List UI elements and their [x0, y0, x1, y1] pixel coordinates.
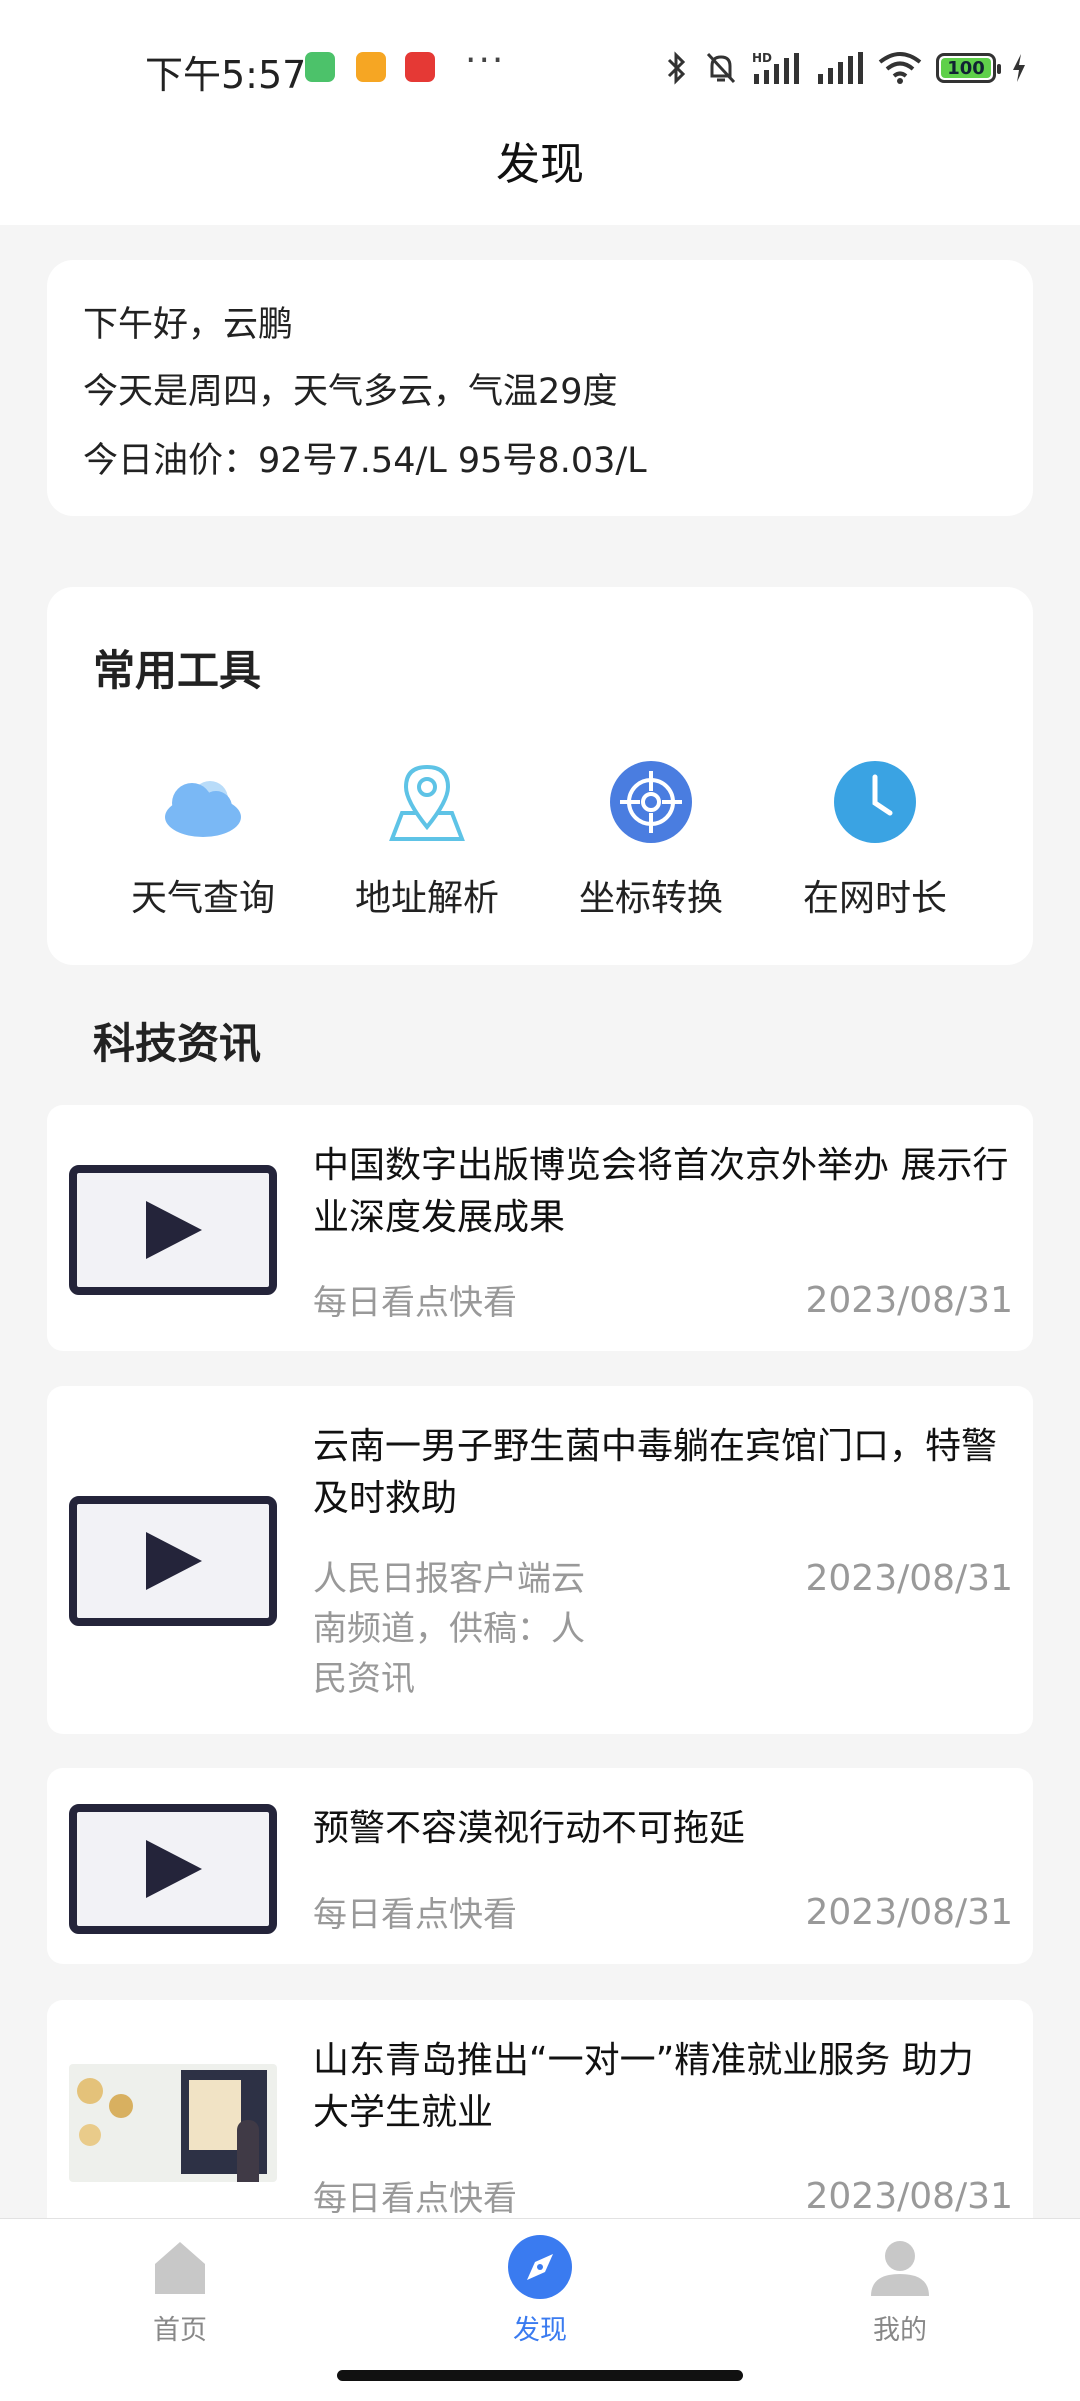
news-title: 云南一男子野生菌中毒躺在宾馆门口，特警及时救助	[313, 1426, 998, 1519]
more-notifications-icon: ···	[465, 40, 506, 81]
home-icon	[147, 2234, 213, 2300]
wifi-icon	[878, 52, 922, 84]
photo-thumbnail	[69, 2064, 277, 2182]
compass-icon	[507, 2234, 573, 2300]
news-item[interactable]: 山东青岛推出“一对一”精准就业服务 助力大学生就业 每日看点快看 2023/08…	[47, 2000, 1033, 2240]
tab-home[interactable]: 首页	[100, 2234, 260, 2347]
tool-label: 天气查询	[130, 878, 275, 919]
news-date: 2023/08/31	[805, 1558, 1014, 1599]
tools-section-title: 常用工具	[93, 646, 262, 695]
battery-level: 100	[947, 57, 985, 79]
tool-online-duration[interactable]: 在网时长	[775, 757, 975, 921]
battery-icon: 100	[936, 53, 1001, 83]
home-indicator[interactable]	[337, 2370, 743, 2381]
news-item[interactable]: 云南一男子野生菌中毒躺在宾馆门口，特警及时救助 人民日报客户端云南频道，供稿：人…	[47, 1386, 1033, 1734]
tab-discover[interactable]: 发现	[460, 2234, 620, 2347]
tool-label: 坐标转换	[578, 878, 723, 919]
bluetooth-icon	[667, 51, 686, 85]
svg-text:HD: HD	[752, 51, 772, 65]
news-section-title: 科技资讯	[93, 1019, 262, 1068]
files-app-icon	[356, 52, 386, 82]
signal-icon	[818, 52, 863, 84]
news-title: 中国数字出版博览会将首次京外举办 展示行业深度发展成果	[313, 1145, 1009, 1238]
news-source: 人民日报客户端云南频道，供稿：人民资讯	[313, 1559, 585, 1699]
page-header: 发现	[0, 130, 1080, 225]
news-source: 每日看点快看	[313, 1895, 517, 1935]
oil-price-text: 今日油价：92号7.54/L 95号8.03/L	[83, 441, 647, 481]
tab-label: 发现	[513, 2315, 567, 2346]
tool-address-parse[interactable]: 地址解析	[327, 757, 527, 921]
weather-summary-text: 今天是周四，天气多云，气温29度	[83, 372, 618, 412]
status-bar: 下午5:57 ··· HD 100	[0, 0, 1080, 130]
wechat-app-icon	[305, 52, 335, 82]
clock-icon	[830, 757, 920, 847]
news-item[interactable]: 中国数字出版博览会将首次京外举办 展示行业深度发展成果 每日看点快看 2023/…	[47, 1105, 1033, 1351]
kankan-app-icon	[405, 52, 435, 82]
news-source: 每日看点快看	[313, 1283, 517, 1323]
crosshair-target-icon	[606, 757, 696, 847]
video-thumbnail	[69, 1496, 277, 1626]
video-thumbnail	[69, 1165, 277, 1295]
profile-icon	[867, 2234, 933, 2300]
news-title: 预警不容漠视行动不可拖延	[313, 1808, 746, 1849]
tab-label: 首页	[153, 2315, 207, 2346]
cloud-icon	[158, 757, 248, 847]
video-thumbnail	[69, 1804, 277, 1934]
news-date: 2023/08/31	[805, 2176, 1014, 2217]
status-indicators: HD 100	[664, 50, 1028, 86]
news-title: 山东青岛推出“一对一”精准就业服务 助力大学生就业	[313, 2040, 974, 2133]
tab-label: 我的	[873, 2315, 927, 2346]
news-date: 2023/08/31	[805, 1892, 1014, 1933]
greeting-card: 下午好，云鹏 今天是周四，天气多云，气温29度 今日油价：92号7.54/L 9…	[47, 260, 1033, 516]
status-time: 下午5:57	[145, 53, 307, 97]
news-item[interactable]: 预警不容漠视行动不可拖延 每日看点快看 2023/08/31	[47, 1768, 1033, 1964]
play-icon	[146, 1840, 202, 1898]
news-source: 每日看点快看	[313, 2179, 517, 2219]
greeting-text: 下午好，云鹏	[83, 305, 294, 345]
tool-coordinate-convert[interactable]: 坐标转换	[551, 757, 751, 921]
tool-label: 地址解析	[354, 878, 499, 919]
charging-icon	[1013, 54, 1025, 82]
play-icon	[146, 1532, 202, 1590]
tab-profile[interactable]: 我的	[820, 2234, 980, 2347]
location-pin-icon	[382, 757, 472, 847]
common-tools-card: 常用工具 天气查询 地址解析 坐标转换 在网时长	[47, 587, 1033, 965]
page-title: 发现	[496, 139, 584, 190]
tool-label: 在网时长	[802, 878, 947, 919]
tool-weather-query[interactable]: 天气查询	[103, 757, 303, 921]
news-date: 2023/08/31	[805, 1280, 1014, 1321]
play-icon	[146, 1201, 202, 1259]
hd-signal-icon: HD	[752, 51, 799, 84]
mute-bell-icon	[706, 52, 736, 84]
